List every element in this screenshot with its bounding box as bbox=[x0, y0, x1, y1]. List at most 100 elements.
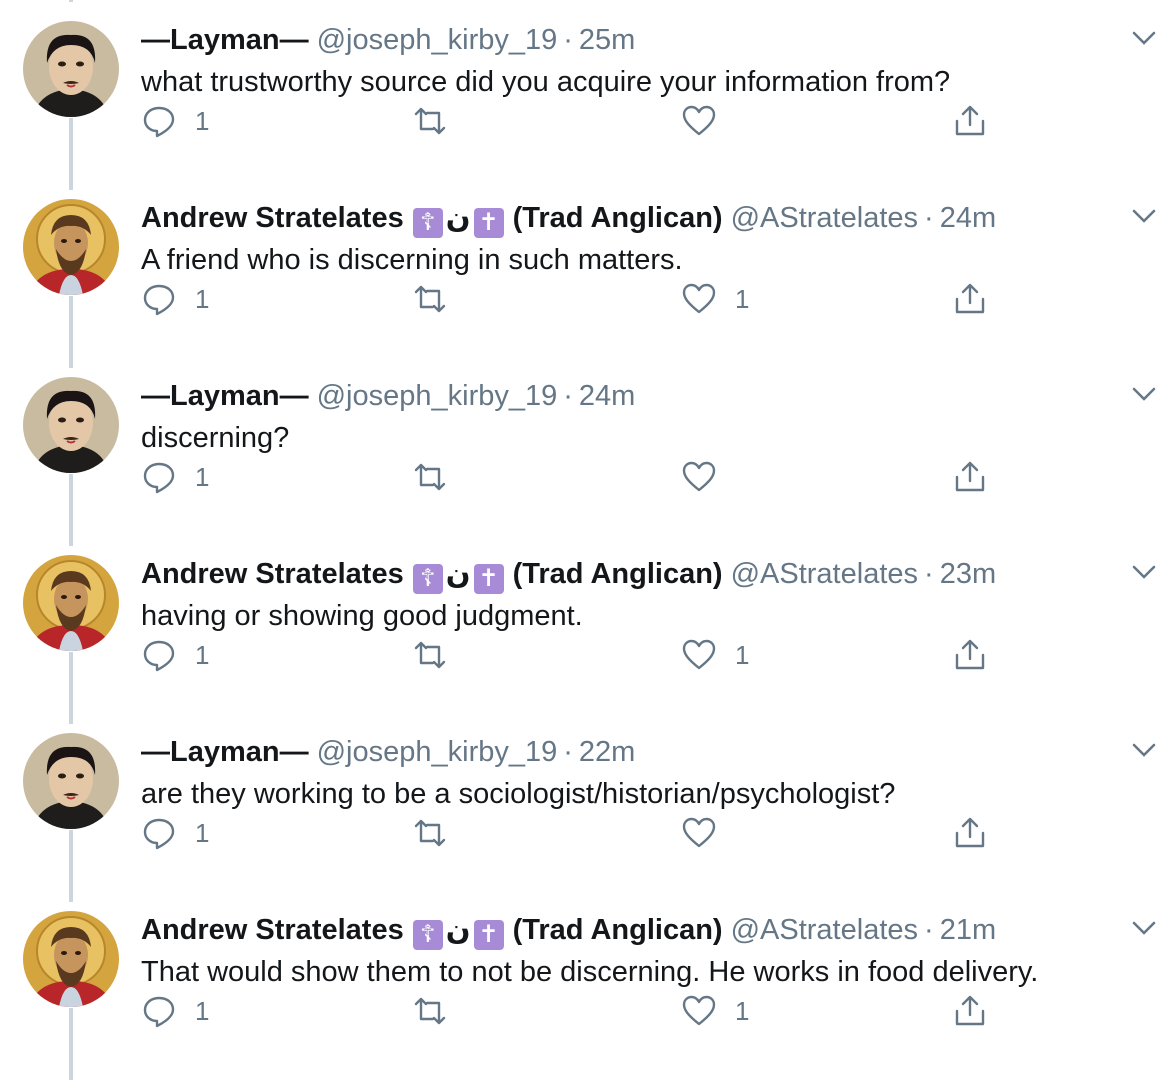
andrew-avatar-image bbox=[23, 911, 119, 1007]
retweet-icon bbox=[414, 107, 446, 135]
share-icon bbox=[955, 461, 985, 492]
chevron-down-icon[interactable] bbox=[1131, 206, 1157, 226]
reply-icon bbox=[143, 818, 175, 850]
like-button[interactable] bbox=[681, 103, 735, 139]
retweet-button[interactable] bbox=[412, 815, 448, 851]
reply-icon bbox=[143, 996, 175, 1028]
share-icon bbox=[955, 283, 985, 314]
tweet-text: That would show them to not be discernin… bbox=[141, 956, 1039, 988]
tweet[interactable]: Andrew Stratelates ☦ ن ✝ (Trad Anglican) @A… bbox=[0, 514, 1172, 724]
tweet-header: —Layman— @joseph_kirby_19 · 24m bbox=[141, 378, 635, 414]
retweet-button[interactable] bbox=[412, 103, 448, 139]
reply-button[interactable]: 1 bbox=[141, 459, 209, 495]
tweet-header: Andrew Stratelates ☦ ن ✝ (Trad Anglican) @A… bbox=[141, 200, 996, 238]
avatar[interactable] bbox=[23, 21, 119, 117]
thread-line bbox=[69, 158, 73, 180]
timestamp[interactable]: 22m bbox=[579, 736, 635, 768]
retweet-icon bbox=[414, 997, 446, 1025]
reply-button[interactable]: 1 bbox=[141, 103, 209, 139]
avatar[interactable] bbox=[23, 911, 119, 1007]
tweet-text: what trustworthy source did you acquire … bbox=[141, 66, 951, 98]
display-name[interactable]: Andrew Stratelates bbox=[141, 914, 404, 946]
share-button[interactable] bbox=[952, 103, 988, 139]
chevron-down-icon[interactable] bbox=[1131, 384, 1157, 404]
retweet-button[interactable] bbox=[412, 637, 448, 673]
andrew-avatar-image bbox=[23, 199, 119, 295]
reply-button[interactable]: 1 bbox=[141, 637, 209, 673]
share-button[interactable] bbox=[952, 459, 988, 495]
tweet[interactable]: Andrew Stratelates ☦ ن ✝ (Trad Anglican) @A… bbox=[0, 158, 1172, 368]
reply-icon bbox=[143, 462, 175, 494]
retweet-button[interactable] bbox=[412, 459, 448, 495]
nun-glyph: ن bbox=[445, 202, 471, 234]
display-name[interactable]: Andrew Stratelates bbox=[141, 202, 404, 234]
tweet[interactable]: —Layman— @joseph_kirby_19 · 22m are they wo… bbox=[0, 692, 1172, 902]
user-handle[interactable]: @AStratelates bbox=[731, 202, 918, 234]
nun-glyph: ن bbox=[445, 914, 471, 946]
user-handle[interactable]: @joseph_kirby_19 bbox=[317, 736, 558, 768]
like-icon bbox=[682, 283, 716, 314]
like-button[interactable] bbox=[681, 815, 735, 851]
tweet-text: A friend who is discerning in such matte… bbox=[141, 244, 683, 276]
avatar[interactable] bbox=[23, 377, 119, 473]
chevron-down-icon[interactable] bbox=[1131, 28, 1157, 48]
reply-button[interactable]: 1 bbox=[141, 281, 209, 317]
like-icon bbox=[682, 105, 716, 136]
reply-count: 1 bbox=[195, 461, 210, 492]
share-button[interactable] bbox=[952, 637, 988, 673]
thread-line bbox=[69, 0, 73, 2]
andrew-avatar-image bbox=[23, 555, 119, 651]
reply-icon bbox=[143, 640, 175, 672]
like-count: 1 bbox=[735, 639, 750, 670]
display-name-suffix: (Trad Anglican) bbox=[512, 914, 723, 946]
retweet-button[interactable] bbox=[412, 281, 448, 317]
reply-button[interactable]: 1 bbox=[141, 815, 209, 851]
like-button[interactable]: 1 bbox=[681, 281, 749, 317]
user-handle[interactable]: @AStratelates bbox=[731, 558, 918, 590]
share-button[interactable] bbox=[952, 815, 988, 851]
display-name-suffix: (Trad Anglican) bbox=[512, 202, 723, 234]
display-name[interactable]: —Layman— bbox=[141, 736, 309, 768]
conversation-thread: —Layman— @joseph_kirby_19 · 25m what trustw… bbox=[0, 0, 1172, 1080]
chevron-down-icon[interactable] bbox=[1131, 740, 1157, 760]
orthodox-cross-emoji: ☦ bbox=[412, 920, 443, 950]
share-icon bbox=[955, 817, 985, 848]
tweet-text: discerning? bbox=[141, 422, 290, 454]
tweet[interactable]: —Layman— @joseph_kirby_19 · 25m what trustw… bbox=[0, 0, 1172, 190]
latin-cross-emoji: ✝ bbox=[473, 920, 504, 950]
like-button[interactable]: 1 bbox=[681, 637, 749, 673]
timestamp[interactable]: 23m bbox=[940, 558, 996, 590]
reply-count: 1 bbox=[195, 817, 210, 848]
user-handle[interactable]: @joseph_kirby_19 bbox=[317, 380, 558, 412]
avatar[interactable] bbox=[23, 555, 119, 651]
timestamp[interactable]: 24m bbox=[940, 202, 996, 234]
like-icon bbox=[682, 461, 716, 492]
display-name[interactable]: —Layman— bbox=[141, 24, 309, 56]
display-name[interactable]: —Layman— bbox=[141, 380, 309, 412]
chevron-down-icon[interactable] bbox=[1131, 562, 1157, 582]
like-button[interactable] bbox=[681, 459, 735, 495]
timestamp[interactable]: 21m bbox=[940, 914, 996, 946]
share-icon bbox=[955, 995, 985, 1026]
share-button[interactable] bbox=[952, 281, 988, 317]
tweet-header: Andrew Stratelates ☦ ن ✝ (Trad Anglican) @A… bbox=[141, 556, 996, 594]
layman-avatar-image bbox=[23, 21, 119, 117]
orthodox-cross-emoji: ☦ bbox=[412, 564, 443, 594]
display-name[interactable]: Andrew Stratelates bbox=[141, 558, 404, 590]
user-handle[interactable]: @AStratelates bbox=[731, 914, 918, 946]
avatar[interactable] bbox=[23, 199, 119, 295]
retweet-button[interactable] bbox=[412, 993, 448, 1029]
share-button[interactable] bbox=[952, 993, 988, 1029]
tweet[interactable]: Andrew Stratelates ☦ ن ✝ (Trad Anglican) @A… bbox=[0, 870, 1172, 1080]
timestamp[interactable]: 25m bbox=[579, 24, 635, 56]
reply-count: 1 bbox=[195, 995, 210, 1026]
reply-button[interactable]: 1 bbox=[141, 993, 209, 1029]
thread-line bbox=[69, 336, 73, 358]
like-button[interactable]: 1 bbox=[681, 993, 749, 1029]
chevron-down-icon[interactable] bbox=[1131, 918, 1157, 938]
tweet[interactable]: —Layman— @joseph_kirby_19 · 24m discerning?… bbox=[0, 336, 1172, 546]
user-handle[interactable]: @joseph_kirby_19 bbox=[317, 24, 558, 56]
tweet-text: having or showing good judgment. bbox=[141, 600, 583, 632]
avatar[interactable] bbox=[23, 733, 119, 829]
timestamp[interactable]: 24m bbox=[579, 380, 635, 412]
